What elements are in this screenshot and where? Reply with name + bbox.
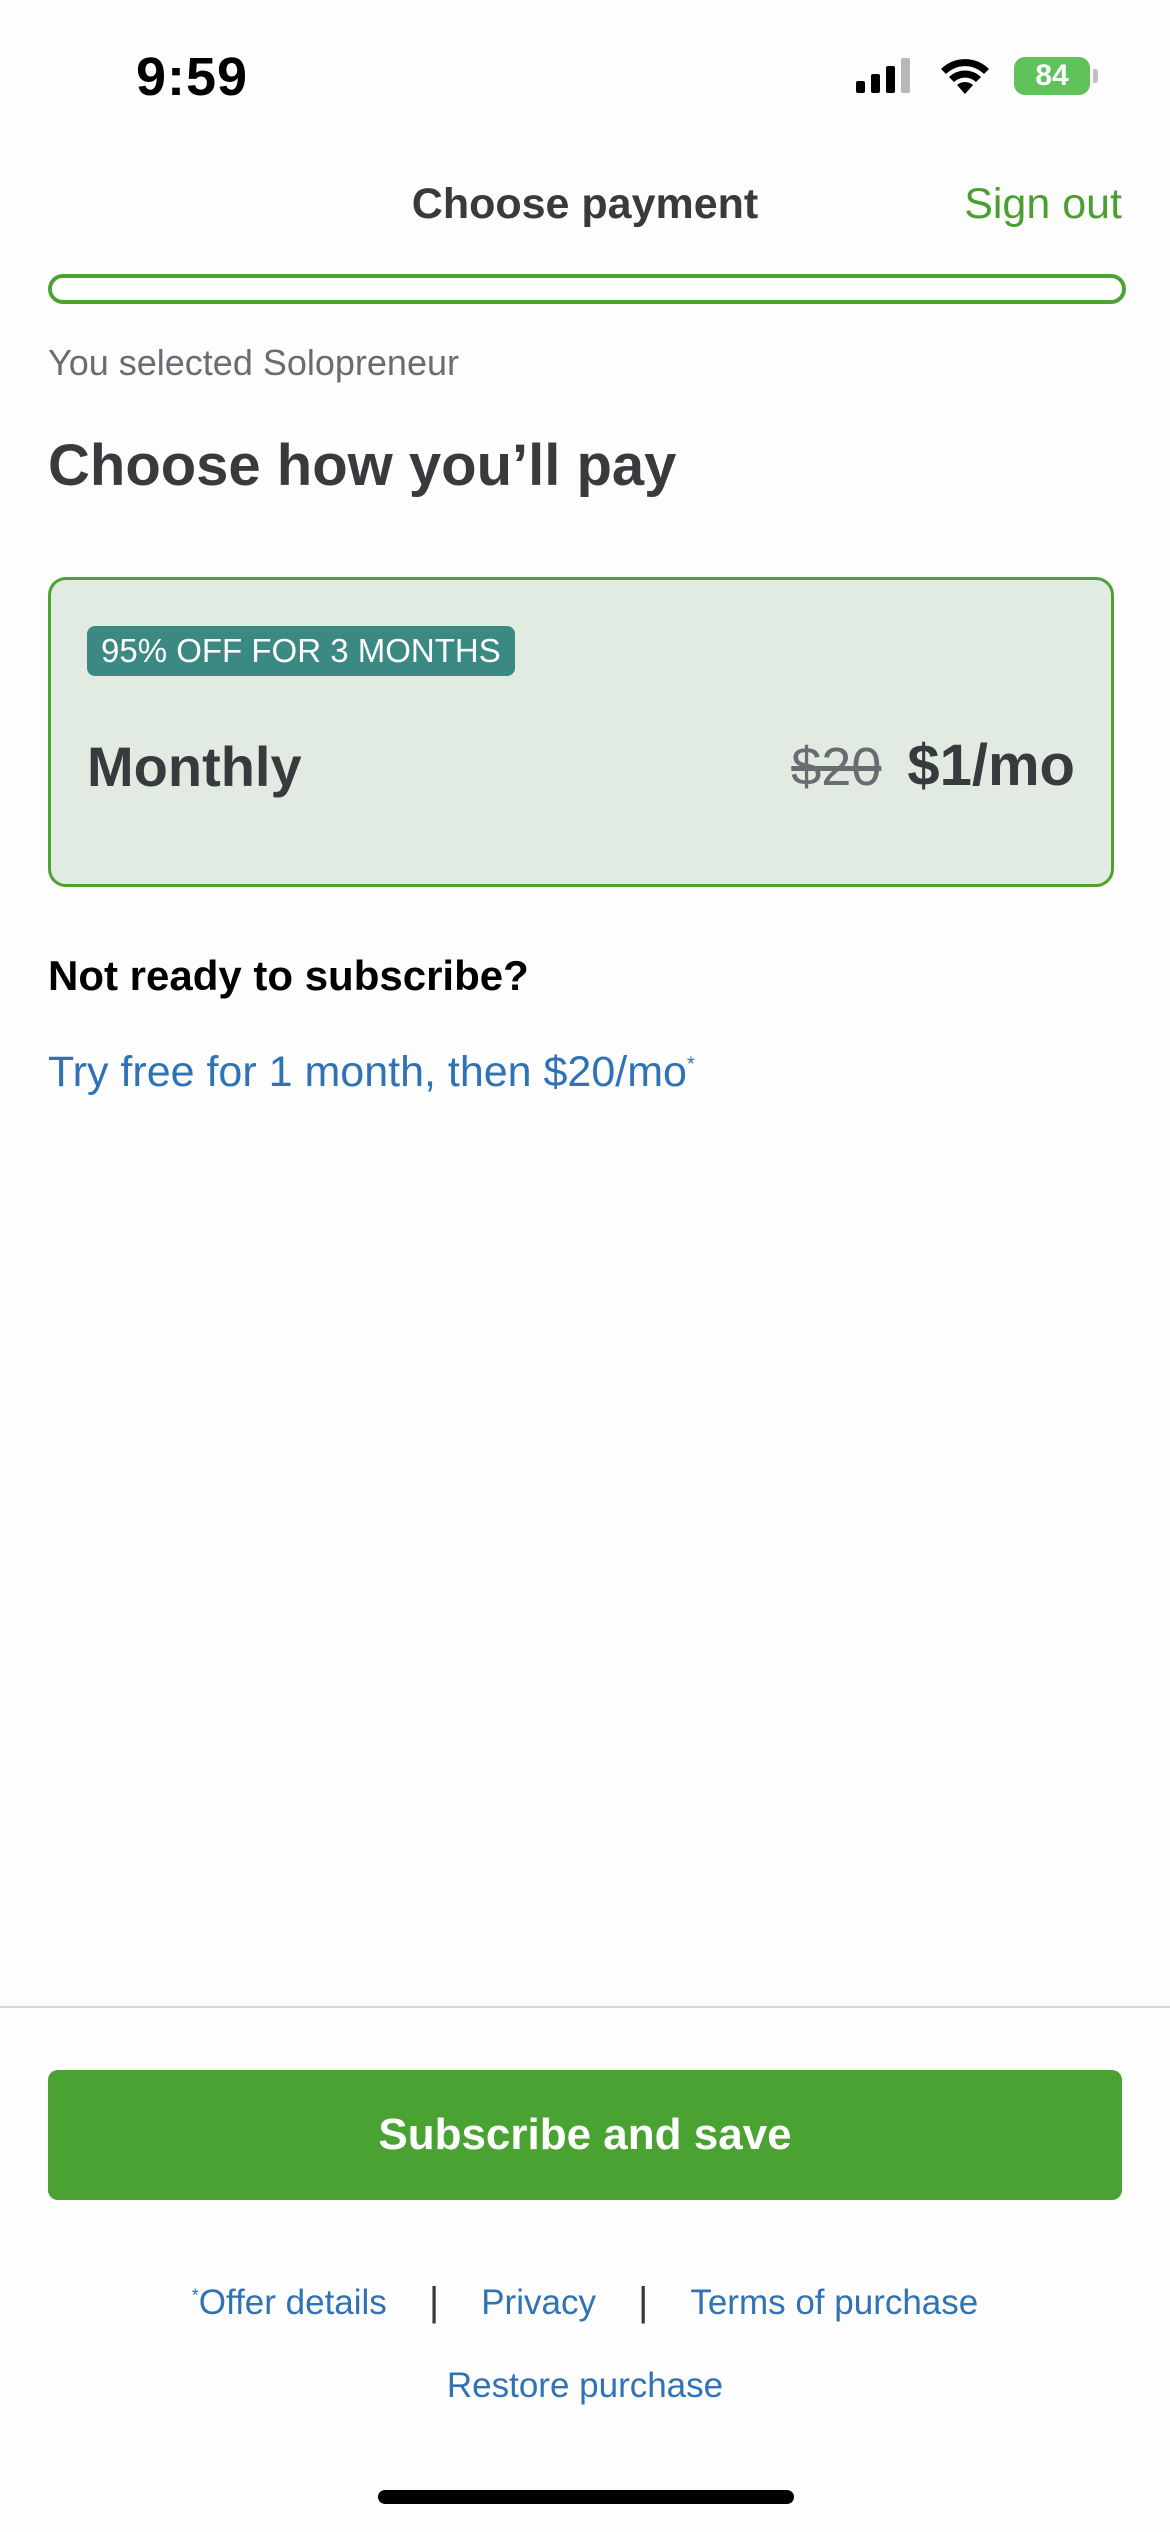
- header: Choose payment Sign out: [0, 170, 1170, 240]
- not-ready-heading: Not ready to subscribe?: [48, 952, 529, 999]
- home-indicator: [378, 2490, 794, 2504]
- restore-purchase-link[interactable]: Restore purchase: [0, 2366, 1170, 2406]
- selected-plan-text: You selected Solopreneur: [48, 342, 459, 383]
- sign-out-button[interactable]: Sign out: [964, 180, 1122, 229]
- offer-footnote-mark: *: [191, 2284, 199, 2305]
- battery-level: 84: [1035, 59, 1069, 92]
- offer-details-label: Offer details: [198, 2282, 387, 2322]
- page-heading: Choose how you’ll pay: [48, 433, 677, 498]
- discount-badge: 95% OFF FOR 3 MONTHS: [87, 626, 515, 676]
- footer-separator: |: [428, 2280, 440, 2324]
- progress-fill: [52, 278, 1122, 300]
- privacy-link[interactable]: Privacy: [481, 2283, 596, 2323]
- subscribe-button[interactable]: Subscribe and save: [48, 2070, 1122, 2200]
- wifi-icon: [941, 59, 989, 94]
- original-price: $20: [791, 737, 882, 797]
- plan-price: $20 $1/mo: [791, 732, 1075, 799]
- discounted-price: $1/mo: [907, 733, 1075, 798]
- progress-bar: [48, 274, 1126, 304]
- plan-name: Monthly: [87, 735, 302, 798]
- battery-charging-icon: 84: [1014, 57, 1098, 95]
- cellular-signal-icon: [856, 58, 910, 93]
- terms-of-purchase-link[interactable]: Terms of purchase: [690, 2283, 978, 2323]
- status-time: 9:59: [136, 47, 249, 107]
- footer-separator: |: [637, 2280, 649, 2324]
- offer-details-link[interactable]: *Offer details: [192, 2283, 387, 2323]
- free-trial-link-label: Try free for 1 month, then $20/mo: [48, 1048, 687, 1096]
- status-bar: 9:59 84: [0, 0, 1170, 150]
- free-trial-link[interactable]: Try free for 1 month, then $20/mo*: [48, 1048, 695, 1097]
- plan-option-monthly[interactable]: 95% OFF FOR 3 MONTHS Monthly $20 $1/mo: [48, 577, 1114, 887]
- divider: [0, 2006, 1170, 2008]
- footer-links: *Offer details | Privacy | Terms of purc…: [0, 2280, 1170, 2325]
- status-icons: 84: [856, 56, 1098, 96]
- footnote-mark: *: [686, 1053, 695, 1076]
